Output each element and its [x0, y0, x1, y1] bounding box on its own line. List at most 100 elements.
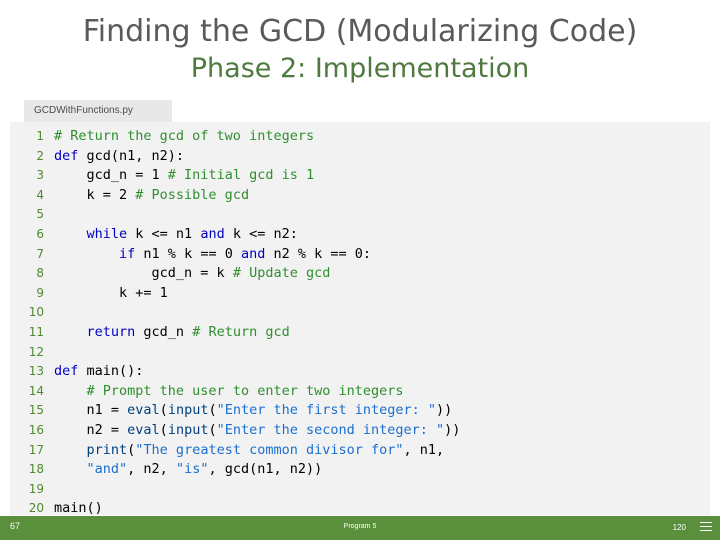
- slide-title: Finding the GCD (Modularizing Code) Phas…: [10, 0, 710, 86]
- code-token: gcd_n: [135, 323, 193, 340]
- code-token: gcd(n1, n2):: [78, 147, 185, 164]
- code-token: k += 1: [54, 284, 168, 301]
- code-token: n2 =: [54, 421, 128, 438]
- code-line: 7 if n1 % k == 0 and n2 % k == 0:: [10, 245, 460, 265]
- code-token: "Enter the first integer: ": [216, 402, 437, 419]
- code-token: , gcd(n1, n2)): [208, 461, 323, 478]
- code-text: n1 = eval(input("Enter the first integer…: [54, 401, 460, 421]
- code-token: (: [208, 421, 217, 438]
- code-token: k = 2: [54, 186, 136, 203]
- code-text: [54, 480, 460, 500]
- code-token: n1 =: [54, 402, 128, 419]
- footer-bar: 67 Program 5 120: [0, 516, 720, 540]
- code-token: print: [86, 441, 128, 458]
- code-token: def: [54, 363, 79, 380]
- line-number: 9: [36, 285, 44, 300]
- code-token: # Possible gcd: [135, 186, 250, 203]
- line-number: 4: [36, 187, 44, 202]
- code-line: 14 # Prompt the user to enter two intege…: [10, 382, 460, 402]
- code-line: 12: [10, 343, 460, 363]
- code-line: 20 main(): [10, 499, 460, 515]
- code-line: 3 gcd_n = 1 # Initial gcd is 1: [10, 166, 460, 186]
- code-text: while k <= n1 and k <= n2:: [54, 225, 460, 245]
- code-line: 8 gcd_n = k # Update gcd: [10, 264, 460, 284]
- code-token: return: [86, 323, 136, 340]
- code-text: print("The greatest common divisor for",…: [54, 441, 460, 461]
- code-token: )): [436, 402, 453, 419]
- line-number: 18: [28, 462, 44, 477]
- file-tab-label: GCDWithFunctions.py: [34, 105, 133, 116]
- code-token: "and": [86, 461, 128, 478]
- code-token: eval: [127, 421, 160, 438]
- code-line: 19: [10, 480, 460, 500]
- code-text: k += 1: [54, 284, 460, 304]
- code-token: # Return gcd: [192, 323, 290, 340]
- code-token: )): [444, 421, 461, 438]
- menu-icon[interactable]: [700, 522, 712, 534]
- code-token: , n2,: [127, 461, 176, 478]
- line-number: 7: [36, 246, 44, 261]
- code-text: gcd_n = 1 # Initial gcd is 1: [54, 166, 460, 186]
- footer-caption: Program 5: [343, 523, 377, 530]
- code-token: "Enter the second integer: ": [216, 421, 445, 438]
- code-line: 17 print("The greatest common divisor fo…: [10, 441, 460, 461]
- code-token: gcd_n = 1: [54, 167, 168, 184]
- code-text: main(): [54, 499, 460, 515]
- code-line: 13 def main():: [10, 362, 460, 382]
- line-number: 17: [28, 442, 44, 457]
- code-token: # Update gcd: [232, 265, 331, 282]
- code-token: and: [200, 225, 225, 242]
- line-number: 13: [28, 364, 44, 379]
- code-line: 5: [10, 205, 460, 225]
- code-line: 11 return gcd_n # Return gcd: [10, 323, 460, 343]
- code-line: 9 k += 1: [10, 284, 460, 304]
- line-number: 8: [36, 266, 44, 281]
- code-token: input: [167, 421, 209, 438]
- code-text: [54, 303, 460, 323]
- code-token: def: [54, 147, 79, 164]
- code-token: k <= n2:: [224, 225, 298, 242]
- code-text: "and", n2, "is", gcd(n1, n2)): [54, 460, 460, 480]
- code-line: 6 while k <= n1 and k <= n2:: [10, 225, 460, 245]
- line-number: 12: [28, 344, 44, 359]
- code-text: gcd_n = k # Update gcd: [54, 264, 460, 284]
- line-number: 1: [36, 129, 44, 143]
- line-number: 3: [36, 168, 44, 183]
- code-token: main(): [54, 500, 103, 515]
- code-token: eval: [127, 402, 160, 419]
- code-token: n1 % k == 0: [135, 245, 241, 262]
- code-token: (: [208, 402, 217, 419]
- code-text: return gcd_n # Return gcd: [54, 323, 460, 343]
- code-text: n2 = eval(input("Enter the second intege…: [54, 421, 461, 441]
- line-number: 14: [28, 383, 44, 398]
- code-line: 4 k = 2 # Possible gcd: [10, 186, 460, 206]
- code-token: (: [159, 421, 168, 438]
- title-line-2: Phase 2: Implementation: [190, 53, 530, 84]
- code-text: if n1 % k == 0 and n2 % k == 0:: [54, 245, 460, 265]
- code-token: main():: [78, 363, 144, 380]
- code-text: k = 2 # Possible gcd: [54, 186, 460, 206]
- line-number: 6: [36, 226, 44, 241]
- code-token: input: [167, 402, 209, 419]
- code-token: and: [240, 245, 266, 262]
- line-number: 5: [36, 207, 44, 222]
- file-tab[interactable]: GCDWithFunctions.py: [24, 100, 172, 122]
- code-token: gcd_n = k: [54, 265, 233, 282]
- line-number: 20: [28, 501, 44, 515]
- code-line: 2 def gcd(n1, n2):: [10, 147, 460, 167]
- code-editor-panel[interactable]: 1 # Return the gcd of two integers 2 def gc…: [10, 122, 710, 515]
- line-number: 19: [28, 481, 44, 496]
- line-number: 16: [28, 422, 44, 437]
- code-token: k <= n1: [127, 225, 201, 242]
- line-number: 11: [28, 324, 44, 339]
- code-token: # Return the gcd of two integers: [54, 128, 315, 144]
- code-text: # Return the gcd of two integers: [54, 127, 460, 147]
- code-token: "is": [175, 461, 209, 478]
- code-token: "The greatest common divisor for": [135, 441, 404, 458]
- code-line: 10: [10, 303, 460, 323]
